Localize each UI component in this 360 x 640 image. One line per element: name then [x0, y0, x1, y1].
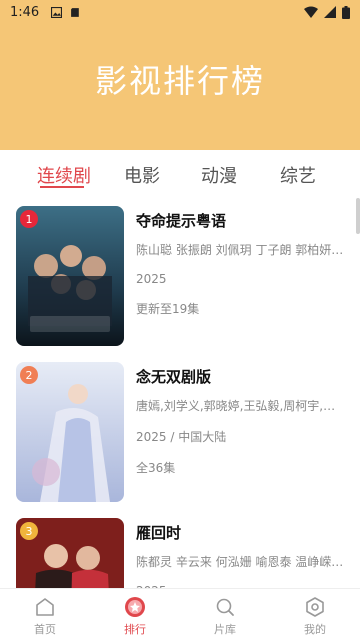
poster-image[interactable]: 1 [16, 206, 124, 346]
status-time: 1:46 [10, 4, 40, 20]
notification-icons [51, 6, 81, 18]
list-item[interactable]: 3 雁回时 陈都灵 辛云来 何泓姗 喻恩泰 温峥嵘 ... 2025 [0, 510, 360, 588]
item-info: 雁回时 陈都灵 辛云来 何泓姗 喻恩泰 温峥嵘 ... 2025 [136, 522, 346, 588]
list-item[interactable]: 1 夺命提示粤语 陈山聪 张振朗 刘佩玥 丁子朗 郭柏妍 ... 2025 更新… [0, 198, 360, 354]
item-title: 念无双剧版 [136, 368, 212, 386]
tab-movie[interactable]: 电影 [124, 162, 160, 188]
item-year: 2025 / 中国大陆 [136, 430, 227, 444]
item-year: 2025 [136, 272, 167, 286]
nav-ranking-label: 排行 [124, 623, 146, 636]
status-bar: 1:46 [0, 0, 360, 24]
scrollbar[interactable] [356, 198, 360, 234]
wifi-icon [304, 6, 318, 18]
item-title: 夺命提示粤语 [136, 212, 227, 230]
category-tabs: 连续剧 电影 动漫 综艺 [0, 150, 360, 198]
poster-image[interactable]: 3 [16, 518, 124, 588]
list-item[interactable]: 2 念无双剧版 唐嫣,刘学义,郭晓婷,王弘毅,周柯宇,张... 2025 / 中… [0, 354, 360, 510]
item-cast: 陈都灵 辛云来 何泓姗 喻恩泰 温峥嵘 ... [136, 555, 344, 569]
nav-home-label: 首页 [34, 623, 56, 636]
rank-badge: 3 [20, 522, 38, 540]
tab-variety[interactable]: 综艺 [280, 162, 316, 188]
nav-home[interactable]: 首页 [15, 595, 75, 637]
signal-icon [324, 6, 336, 18]
search-icon [216, 598, 234, 616]
ranking-icon [125, 597, 145, 617]
nav-library-label: 片库 [214, 623, 236, 636]
system-icons [304, 5, 350, 19]
item-status: 全36集 [136, 461, 176, 475]
sd-card-icon [71, 7, 80, 17]
nav-ranking[interactable]: 排行 [105, 595, 165, 637]
item-cast: 唐嫣,刘学义,郭晓婷,王弘毅,周柯宇,张... [136, 399, 344, 413]
header: 1:46 影视排行榜 [0, 0, 360, 150]
nav-profile-label: 我的 [304, 623, 326, 636]
rank-badge: 1 [20, 210, 38, 228]
gallery-icon [51, 6, 63, 18]
page-title: 影视排行榜 [94, 62, 265, 100]
active-tab-indicator [40, 186, 84, 188]
tab-anime[interactable]: 动漫 [201, 162, 237, 188]
item-info: 念无双剧版 唐嫣,刘学义,郭晓婷,王弘毅,周柯宇,张... 2025 / 中国大… [136, 366, 346, 490]
nav-library[interactable]: 片库 [195, 595, 255, 637]
ranking-list: 1 夺命提示粤语 陈山聪 张振朗 刘佩玥 丁子朗 郭柏妍 ... 2025 更新… [0, 198, 360, 588]
item-title: 雁回时 [136, 524, 182, 542]
bottom-nav: 首页 排行 片库 我的 [0, 588, 360, 640]
rank-badge: 2 [20, 366, 38, 384]
home-icon [36, 598, 54, 616]
tab-series[interactable]: 连续剧 [37, 162, 91, 188]
nav-profile[interactable]: 我的 [285, 595, 345, 637]
poster-image[interactable]: 2 [16, 362, 124, 502]
item-info: 夺命提示粤语 陈山聪 张振朗 刘佩玥 丁子朗 郭柏妍 ... 2025 更新至1… [136, 210, 346, 331]
battery-icon [342, 5, 350, 19]
profile-icon [306, 597, 324, 617]
item-cast: 陈山聪 张振朗 刘佩玥 丁子朗 郭柏妍 ... [136, 243, 344, 257]
item-status: 更新至19集 [136, 302, 200, 316]
